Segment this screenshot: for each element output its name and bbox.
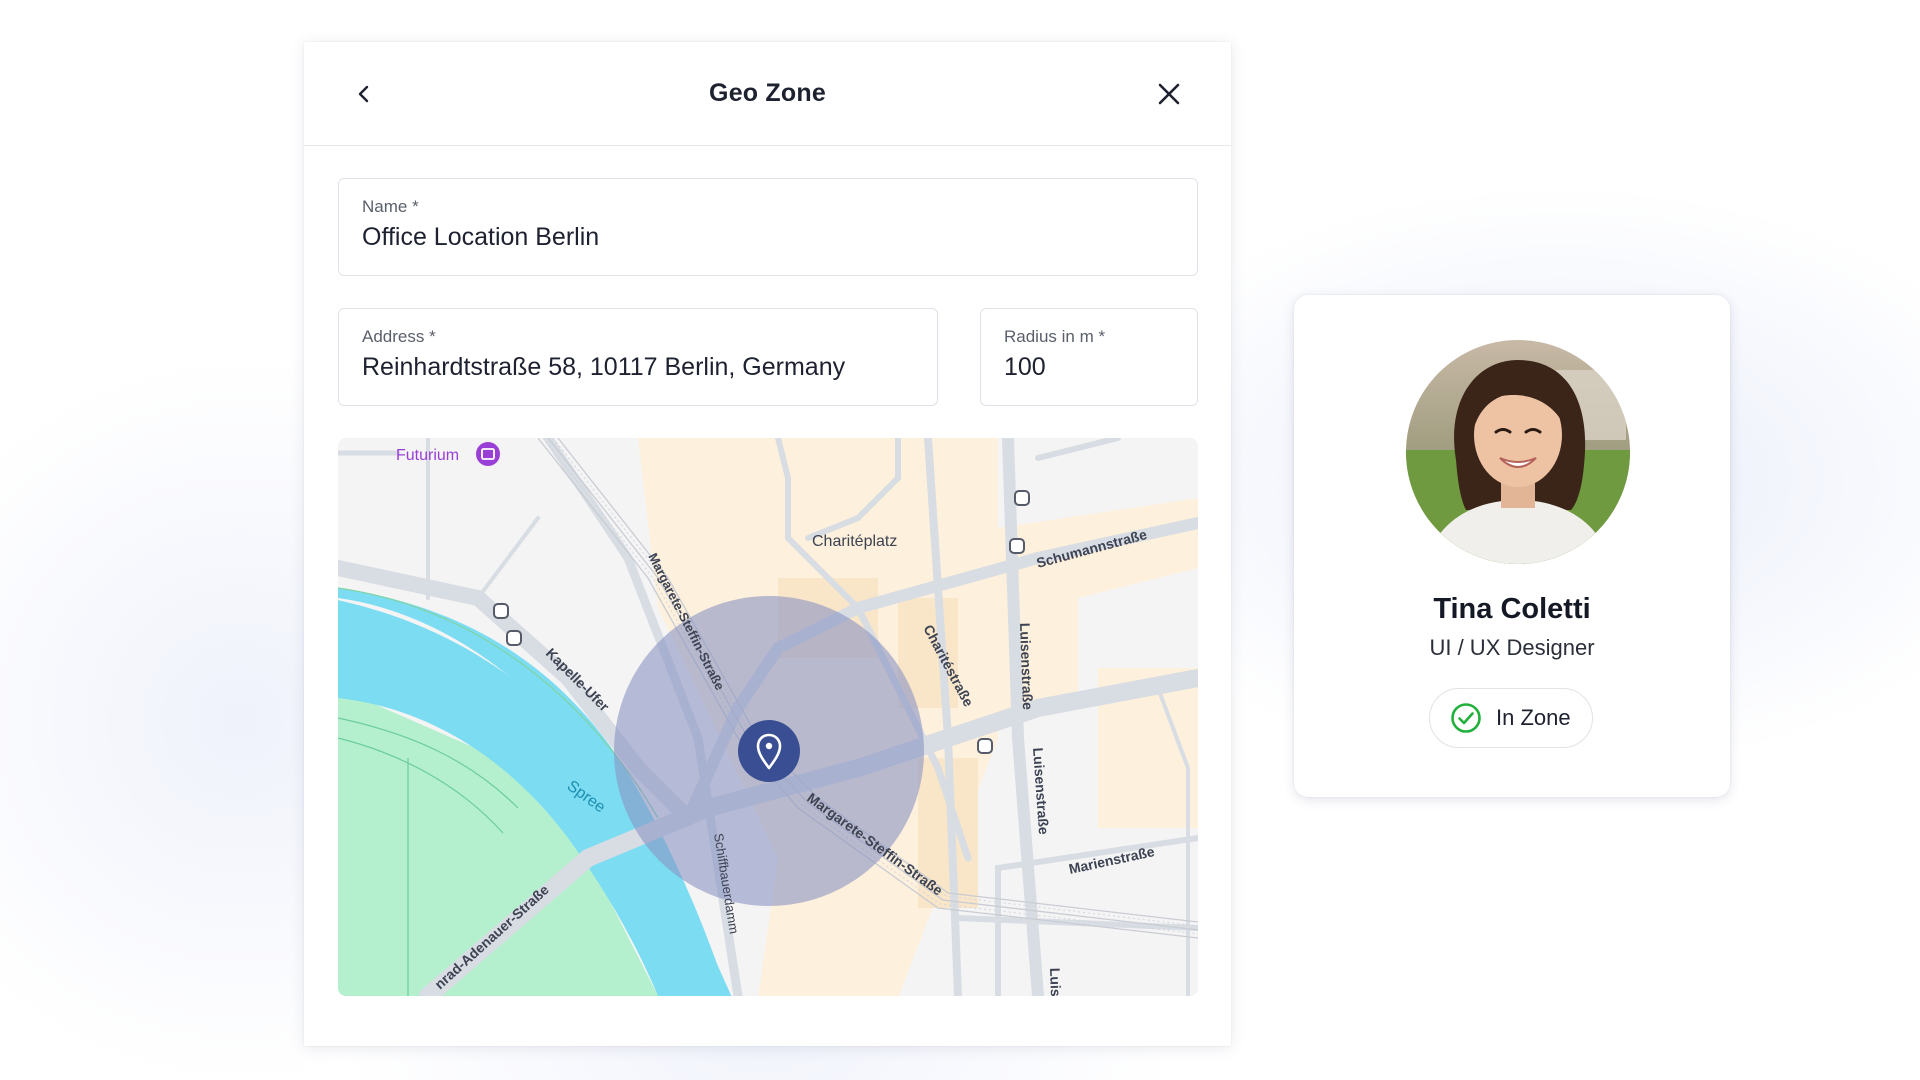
profile-card: Tina Coletti UI / UX Designer In Zone bbox=[1294, 295, 1730, 797]
address-field[interactable]: Address * bbox=[338, 308, 938, 406]
geo-zone-panel: Geo Zone Name * Address * Radius in m * bbox=[304, 42, 1231, 1046]
radius-label: Radius in m * bbox=[1004, 327, 1106, 346]
page-title: Geo Zone bbox=[709, 79, 826, 107]
name-field[interactable]: Name * bbox=[338, 178, 1198, 276]
radius-input[interactable] bbox=[1004, 353, 1174, 382]
avatar bbox=[1406, 340, 1630, 564]
location-pin-icon[interactable] bbox=[738, 720, 800, 782]
address-label: Address * bbox=[362, 327, 436, 346]
chevron-left-icon bbox=[358, 85, 369, 103]
radius-field[interactable]: Radius in m * bbox=[980, 308, 1198, 406]
address-input[interactable] bbox=[362, 353, 914, 382]
back-button[interactable] bbox=[344, 74, 384, 114]
close-icon bbox=[1158, 83, 1180, 105]
name-label: Name * bbox=[362, 197, 419, 216]
close-button[interactable] bbox=[1149, 74, 1189, 114]
poi-icon bbox=[476, 442, 500, 466]
map-view[interactable]: Futurium Charitéplatz Schumannstraße Mar… bbox=[338, 438, 1198, 996]
status-text: In Zone bbox=[1496, 705, 1571, 730]
status-badge: In Zone bbox=[1429, 688, 1593, 748]
name-input[interactable] bbox=[362, 223, 1174, 252]
person-role: UI / UX Designer bbox=[1429, 635, 1595, 660]
map-label-futurium: Futurium bbox=[396, 447, 459, 464]
check-circle-icon bbox=[1451, 703, 1481, 733]
person-name: Tina Coletti bbox=[1433, 593, 1591, 625]
panel-header: Geo Zone bbox=[304, 42, 1231, 146]
map-label-luisenstrasse-3: Luis bbox=[1047, 968, 1064, 996]
map-label-chariteplatz: Charitéplatz bbox=[812, 533, 897, 550]
map-label-luisenstrasse-1: Luisenstraße bbox=[1017, 623, 1036, 711]
